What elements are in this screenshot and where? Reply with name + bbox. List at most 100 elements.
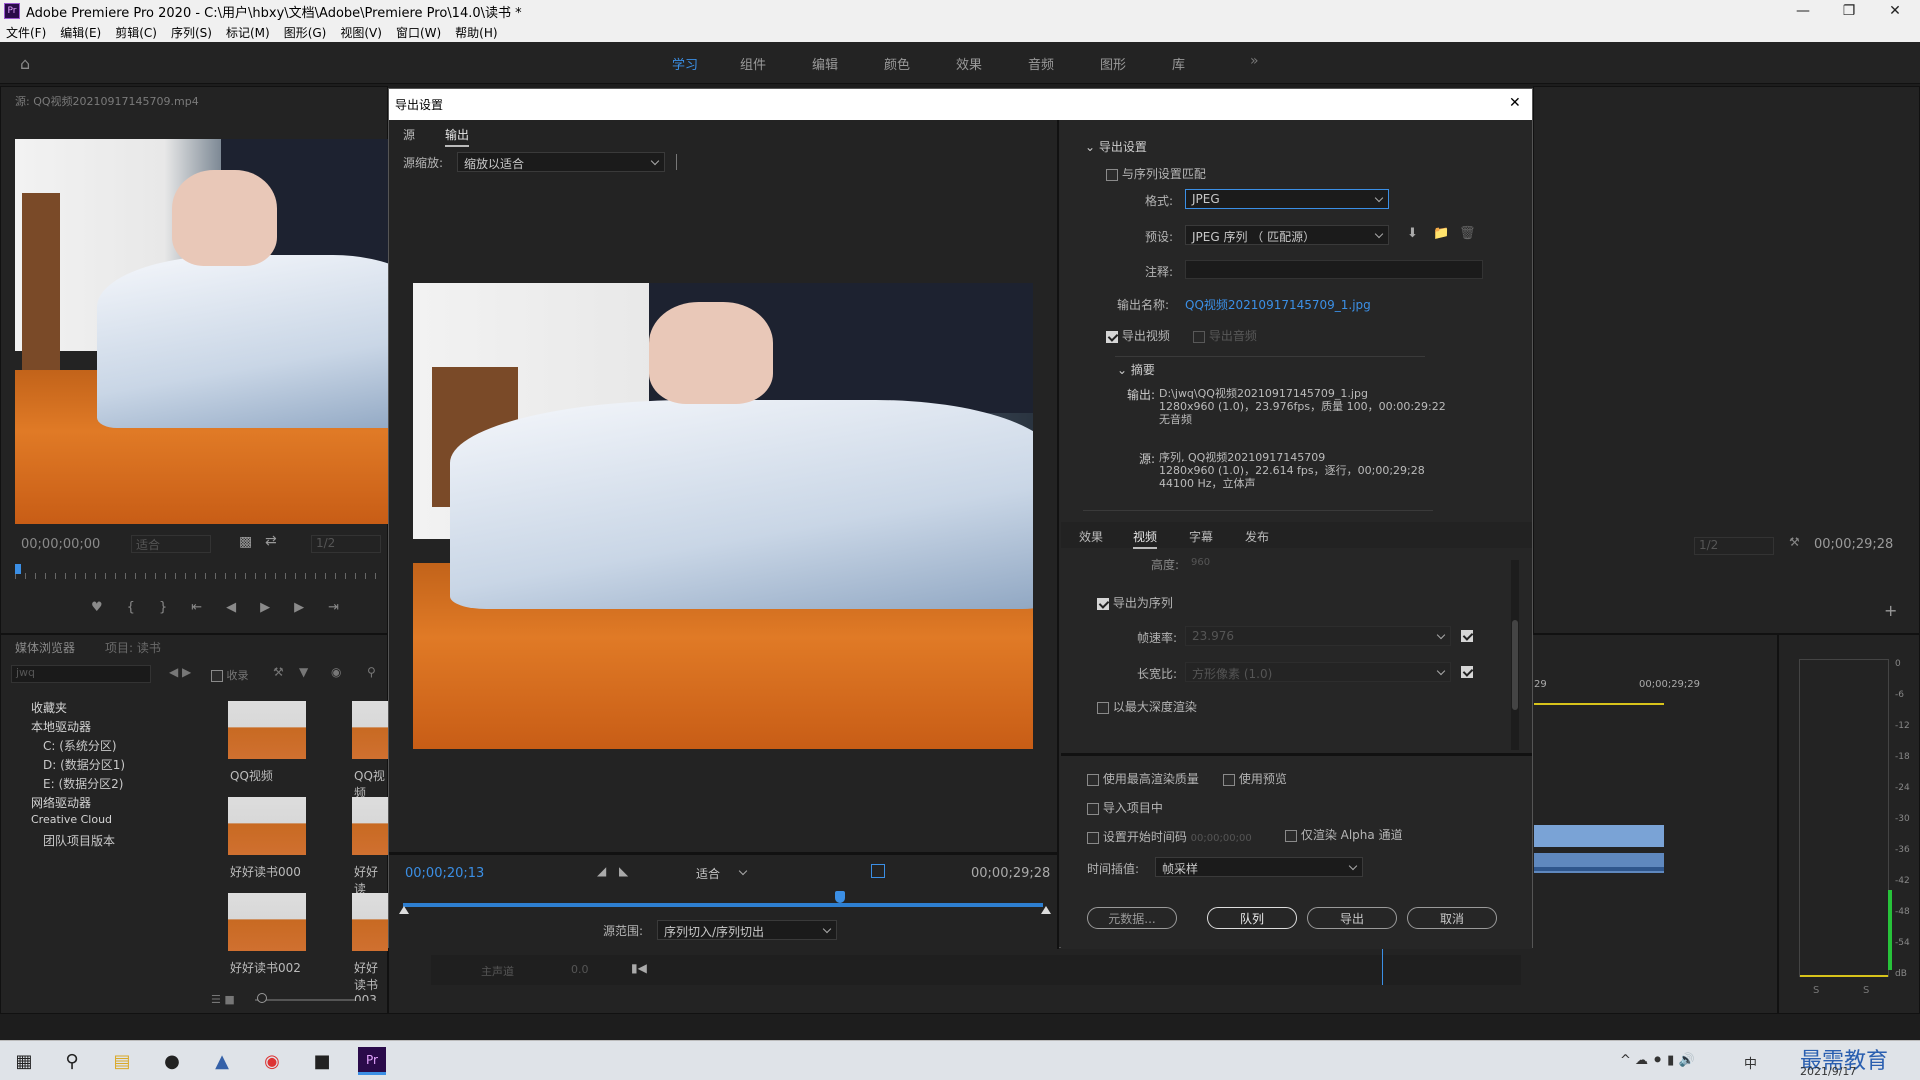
metadata-button[interactable]: 元数据... [1087, 907, 1177, 929]
output-name-link[interactable]: QQ视频20210917145709_1.jpg [1185, 296, 1371, 313]
aspect-dropdown[interactable]: 方形像素 (1.0) [1185, 662, 1451, 682]
view-icon[interactable]: ◉ [331, 665, 341, 679]
set-out-point-icon[interactable]: ◣ [619, 864, 628, 878]
source-quality-dropdown[interactable]: 1/2 [311, 535, 381, 553]
minimize-button[interactable]: — [1780, 0, 1826, 22]
workspace-tab[interactable]: 音频 [1028, 54, 1054, 73]
media-search-input[interactable]: jwq [11, 665, 151, 683]
media-thumbnail[interactable] [352, 893, 389, 951]
step-back-icon[interactable]: ◀ [226, 600, 236, 620]
aspect-correction-icon[interactable] [871, 864, 885, 878]
workspace-tab[interactable]: 颜色 [884, 54, 910, 73]
work-area-bar[interactable] [1534, 703, 1664, 705]
range-in-handle[interactable] [399, 906, 409, 914]
cancel-button[interactable]: 取消 [1407, 907, 1497, 929]
tree-item[interactable]: D: (数据分区1) [43, 756, 125, 773]
summary-header[interactable]: ⌄ 摘要 [1117, 361, 1155, 378]
render-alpha-only-checkbox[interactable]: 仅渲染 Alpha 通道 [1285, 826, 1403, 843]
tab-source[interactable]: 源 [403, 126, 415, 143]
tree-item[interactable]: C: (系统分区) [43, 737, 117, 754]
settings-scrollbar[interactable] [1511, 560, 1519, 750]
zoom-slider-handle[interactable] [257, 993, 267, 1003]
menu-item[interactable]: 图形(G) [284, 24, 327, 41]
zoom-slider[interactable] [255, 999, 355, 1001]
use-preview-checkbox[interactable]: 使用预览 [1223, 770, 1287, 787]
match-sequence-checkbox[interactable]: 与序列设置匹配 [1106, 165, 1206, 182]
tab-publish[interactable]: 发布 [1245, 528, 1269, 545]
go-to-out-icon[interactable]: ⇥ [328, 600, 339, 620]
list-view-icon[interactable]: ☰ ■ [211, 993, 235, 1006]
timecode-in[interactable]: 00;00;20;13 [405, 866, 484, 881]
export-playhead[interactable] [835, 891, 845, 903]
video-clip[interactable] [1534, 825, 1664, 847]
export-audio-checkbox[interactable]: 导出音频 [1193, 327, 1257, 344]
restore-button[interactable]: ❐ [1826, 0, 1872, 22]
wrench-icon[interactable]: ⚒ [273, 665, 284, 679]
project-tab[interactable]: 项目: 读书 [105, 639, 161, 656]
qq-icon[interactable]: ● [158, 1047, 186, 1075]
media-thumbnail[interactable] [228, 797, 306, 855]
save-preset-icon[interactable]: ⬇ [1407, 226, 1418, 241]
max-render-quality-checkbox[interactable]: 使用最高渲染质量 [1087, 770, 1199, 787]
range-out-handle[interactable] [1041, 906, 1051, 914]
program-quality-dropdown[interactable]: 1/2 [1694, 537, 1774, 555]
ingest-checkbox[interactable]: 收录 [211, 667, 249, 683]
import-into-project-checkbox[interactable]: 导入项目中 [1087, 799, 1163, 816]
insert-overlay-icon[interactable]: ⇄ [265, 533, 277, 549]
dialog-close-icon[interactable]: ✕ [1509, 95, 1521, 111]
export-button[interactable]: 导出 [1307, 907, 1397, 929]
source-playhead[interactable] [15, 564, 21, 574]
photo-app-icon[interactable]: ▲ [208, 1047, 236, 1075]
workspace-tab[interactable]: 效果 [956, 54, 982, 73]
ime-indicator[interactable]: 中 [1744, 1053, 1757, 1072]
format-dropdown[interactable]: JPEG [1185, 189, 1389, 209]
comments-input[interactable] [1185, 260, 1483, 279]
menu-item[interactable]: 序列(S) [171, 24, 212, 41]
menu-item[interactable]: 标记(M) [226, 24, 270, 41]
frame-rate-checkbox[interactable] [1461, 628, 1473, 642]
import-preset-icon[interactable]: 📁 [1433, 226, 1449, 241]
settings-icon[interactable]: ▩ [239, 534, 252, 550]
tree-item[interactable]: 收藏夹 [31, 699, 67, 716]
media-thumbnail[interactable] [228, 701, 306, 759]
preset-dropdown[interactable]: JPEG 序列 （ 匹配源） [1185, 225, 1389, 245]
media-thumbnail[interactable] [352, 701, 389, 759]
export-as-sequence-checkbox[interactable]: 导出为序列 [1097, 594, 1173, 611]
add-marker-icon[interactable]: ♥ [91, 600, 103, 620]
home-icon[interactable]: ⌂ [20, 54, 30, 73]
step-forward-icon[interactable]: ▶ [294, 600, 304, 620]
tree-item[interactable]: 团队项目版本 [43, 832, 115, 849]
workspace-tab[interactable]: 学习 [672, 54, 698, 73]
export-range-bar[interactable] [403, 903, 1043, 907]
tab-captions[interactable]: 字幕 [1189, 528, 1213, 545]
file-explorer-icon[interactable]: ▤ [108, 1047, 136, 1075]
add-button-icon[interactable]: + [1884, 601, 1897, 620]
solo-button-left[interactable]: S [1813, 985, 1819, 996]
media-thumbnail[interactable] [352, 797, 389, 855]
search-icon[interactable]: ⚲ [58, 1047, 86, 1075]
mark-out-icon[interactable]: } [159, 600, 167, 620]
source-scaling-dropdown[interactable]: 缩放以适合 [457, 152, 665, 172]
source-zoom-dropdown[interactable]: 适合 [131, 535, 211, 553]
tree-item[interactable]: E: (数据分区2) [43, 775, 123, 792]
mark-in-icon[interactable]: { [127, 600, 135, 620]
tree-item[interactable]: 网络驱动器 [31, 794, 91, 811]
more-workspaces-icon[interactable]: » [1250, 53, 1259, 69]
menu-item[interactable]: 窗口(W) [396, 24, 441, 41]
set-start-timecode-checkbox[interactable]: 设置开始时间码 00;00;00;00 [1087, 828, 1252, 845]
solo-button-right[interactable]: S [1863, 985, 1869, 996]
search-icon[interactable]: ⚲ [367, 665, 376, 679]
height-value[interactable]: 960 [1191, 557, 1210, 568]
close-window-button[interactable]: ✕ [1872, 0, 1918, 22]
queue-button[interactable]: 队列 [1207, 907, 1297, 929]
source-time-ruler[interactable] [15, 567, 389, 579]
tab-video[interactable]: 视频 [1133, 528, 1158, 549]
export-video-checkbox[interactable]: 导出视频 [1106, 327, 1170, 344]
tree-item[interactable]: Creative Cloud [31, 813, 112, 826]
play-icon[interactable]: ▶ [260, 600, 270, 620]
time-interpolation-dropdown[interactable]: 帧采样 [1155, 857, 1363, 877]
source-range-dropdown[interactable]: 序列切入/序列切出 [657, 920, 837, 940]
tree-item[interactable]: 本地驱动器 [31, 718, 91, 735]
tab-output[interactable]: 输出 [445, 126, 470, 147]
photos-icon[interactable]: ■ [308, 1047, 336, 1075]
